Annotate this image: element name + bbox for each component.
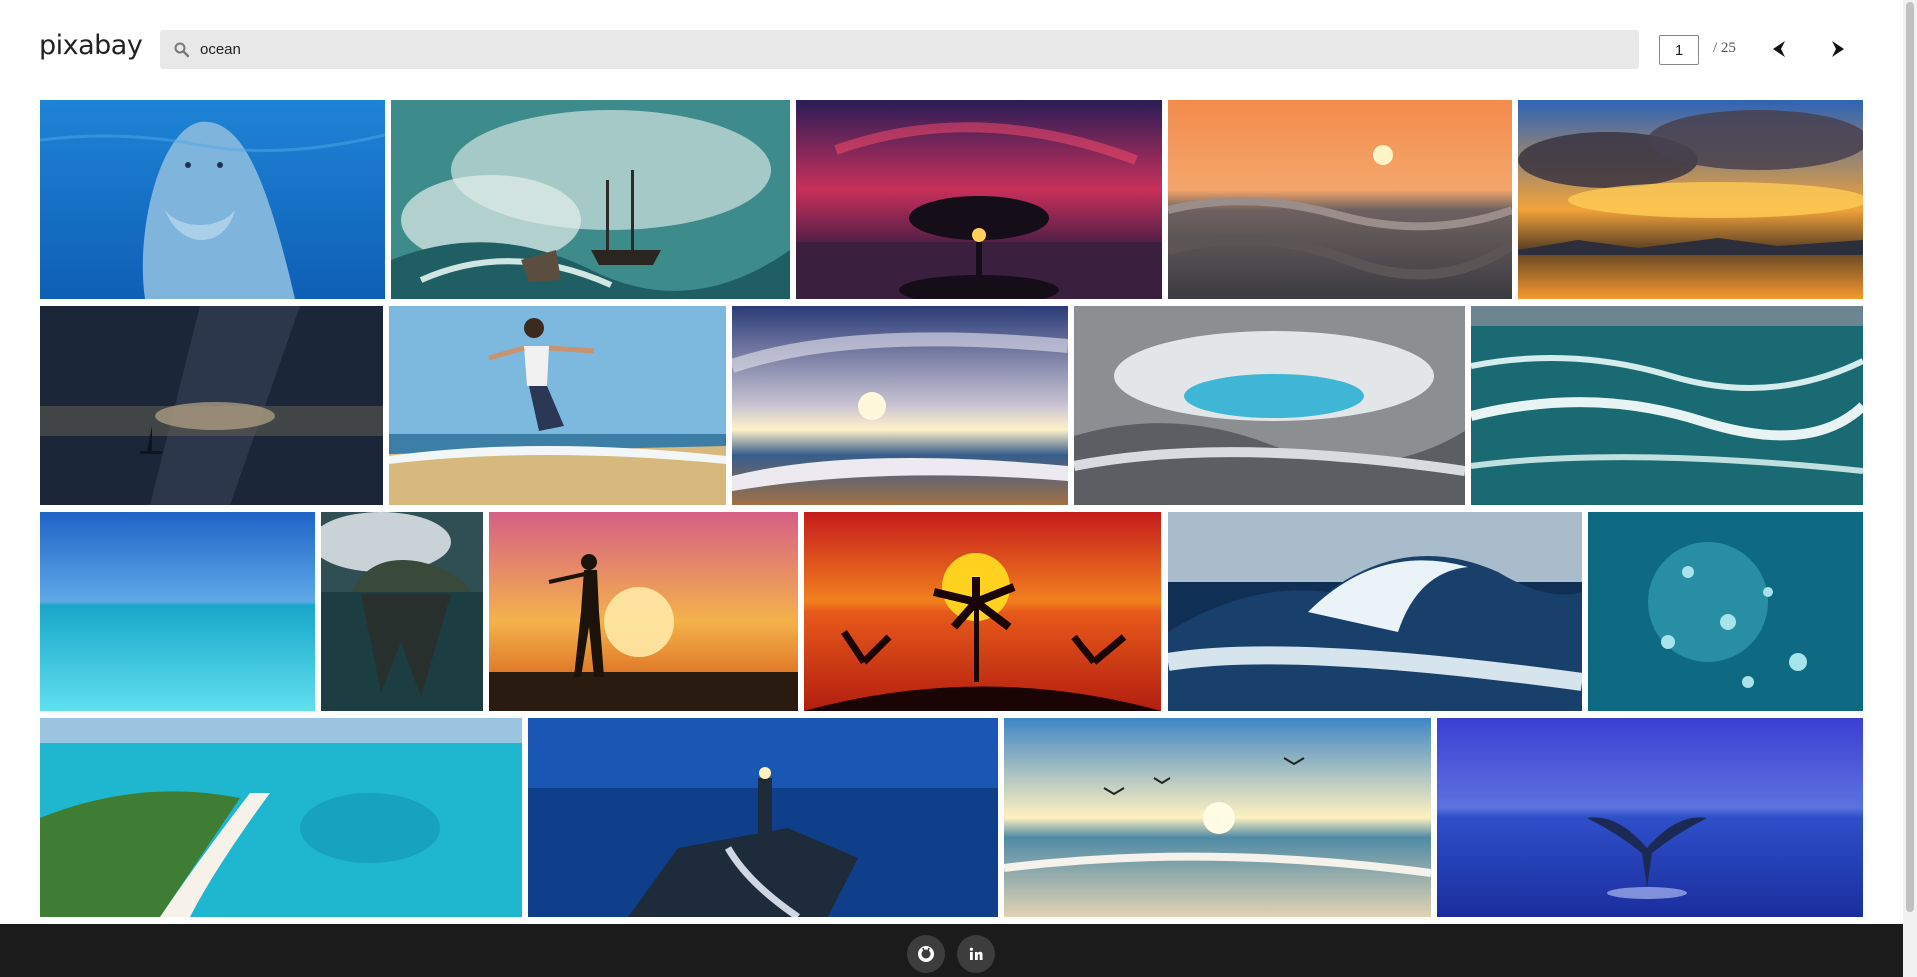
image-tile-tropical-sandbar[interactable] [40,718,522,917]
image-tile-beach-sunrise[interactable] [732,306,1068,505]
image-tile-silhouette-woman-sunset[interactable] [489,512,798,711]
grey-crashing-wave-image [1074,306,1465,505]
underwater-bubbles-image [1588,512,1863,711]
page-total: / 25 [1713,40,1736,56]
teal-waves-image [1471,306,1863,505]
big-wave-image [1168,512,1582,711]
header: pixabay / 25 [0,0,1903,100]
turquoise-sea-image [40,512,315,711]
woman-jumping-beach-image [389,306,726,505]
previous-page-icon[interactable] [1768,37,1792,61]
page-number-input[interactable] [1659,35,1699,65]
sailboat-milky-way-image [40,306,383,505]
image-tile-underwater-bubbles[interactable] [1588,512,1863,711]
sun-over-waves-image [1168,100,1512,299]
image-tile-rock-island-reflection[interactable] [321,512,483,711]
image-tile-big-wave[interactable] [1168,512,1582,711]
next-page-icon[interactable] [1825,37,1849,61]
github-link[interactable] [907,935,945,973]
seagulls-beach-image [1004,718,1431,917]
image-tile-sun-over-waves[interactable] [1168,100,1512,299]
silhouette-woman-sunset-image [489,512,798,711]
github-icon [918,946,934,962]
image-tile-lighthouse-blue[interactable] [528,718,998,917]
image-tile-whale-tail[interactable] [1437,718,1863,917]
lighthouse-blue-image [528,718,998,917]
scrollbar[interactable] [1903,0,1917,977]
footer [0,924,1903,977]
beach-sunrise-image [732,306,1068,505]
tropical-sandbar-image [40,718,522,917]
image-tile-sailboat-milky-way[interactable] [40,306,383,505]
image-tile-golden-clouds-sunset[interactable] [1518,100,1863,299]
linkedin-icon [969,947,983,960]
image-tile-ship-in-storm[interactable] [391,100,790,299]
tree-red-sky-image [796,100,1162,299]
pixabay-logo[interactable]: pixabay [39,30,143,61]
image-tile-turquoise-sea[interactable] [40,512,315,711]
image-tile-seagulls-beach[interactable] [1004,718,1431,917]
linkedin-link[interactable] [957,935,995,973]
rock-island-reflection-image [321,512,483,711]
image-tile-dolphin[interactable] [40,100,385,299]
ship-in-storm-image [391,100,790,299]
image-tile-woman-jumping-beach[interactable] [389,306,726,505]
search-bar[interactable] [160,30,1639,69]
whale-tail-image [1437,718,1863,917]
image-tile-grey-crashing-wave[interactable] [1074,306,1465,505]
dolphin-image [40,100,385,299]
search-input[interactable] [200,36,1600,62]
scrollbar-thumb[interactable] [1906,2,1914,912]
image-tile-teal-waves[interactable] [1471,306,1863,505]
image-tile-tree-red-sky[interactable] [796,100,1162,299]
image-tile-palm-sunset[interactable] [804,512,1161,711]
golden-clouds-sunset-image [1518,100,1863,299]
palm-sunset-image [804,512,1161,711]
search-icon [174,42,190,58]
